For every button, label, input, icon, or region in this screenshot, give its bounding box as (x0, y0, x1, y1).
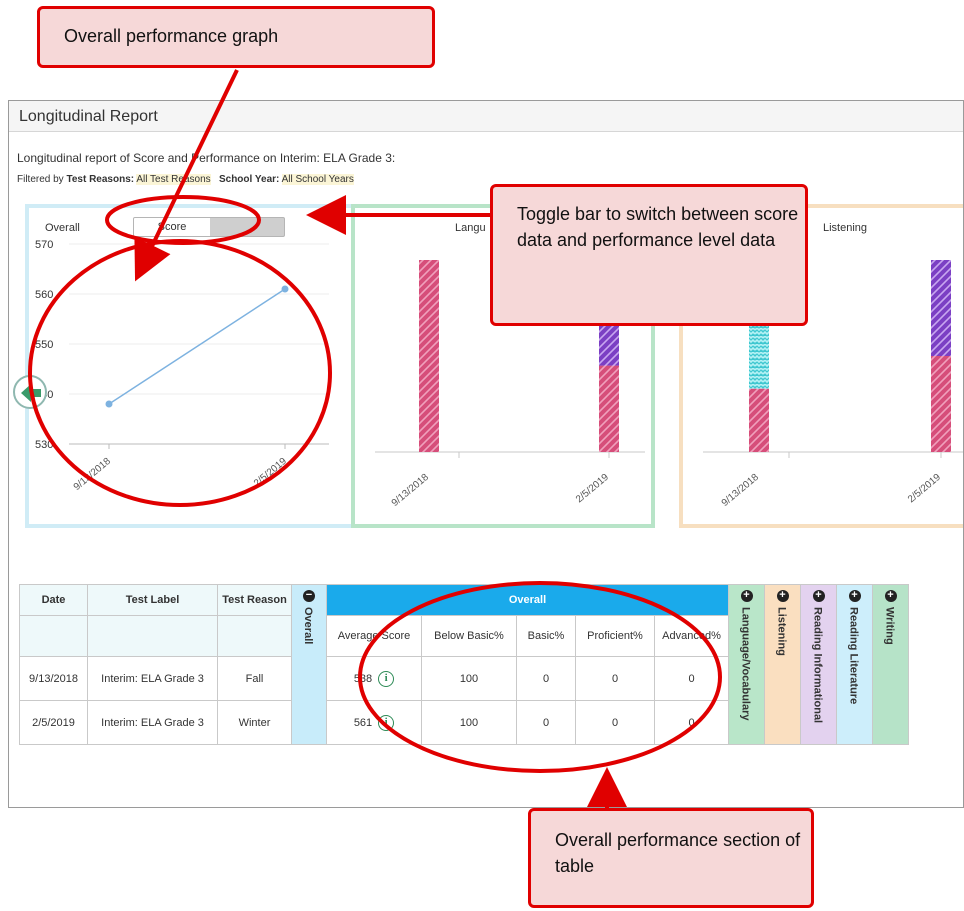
test-reason-cell: Fall (217, 656, 292, 701)
y-tick-label: 550 (35, 339, 53, 351)
overall-collapse-column[interactable]: − Overall (291, 584, 327, 745)
proficient-header: Proficient% (575, 615, 655, 657)
overall-banner-header: Overall (326, 584, 729, 616)
filter-prefix: Filtered by (17, 174, 64, 185)
bar-segment (931, 260, 951, 356)
y-tick-label: 560 (35, 289, 53, 301)
below-basic-cell: 100 (421, 700, 517, 745)
data-point (105, 400, 113, 408)
language-vocabulary-expand-column[interactable]: + Language/Vocabulary (728, 584, 765, 745)
series-line (108, 288, 286, 405)
listening-chart-title: Listening (823, 222, 868, 234)
data-point (281, 285, 289, 293)
proficient-cell: 0 (575, 700, 655, 745)
report-description: Longitudinal report of Score and Perform… (17, 151, 396, 165)
listening-label: Listening (775, 607, 788, 656)
average-score-cell: 538 i (326, 656, 422, 701)
x-tick-label: 9/13/2018 (390, 472, 431, 509)
below-basic-header: Below Basic% (421, 615, 517, 657)
report-title: Longitudinal Report (9, 101, 963, 132)
bar-segment (749, 388, 769, 452)
test-label-cell: Interim: ELA Grade 3 (87, 656, 218, 701)
plus-circle-icon[interactable]: + (884, 590, 897, 602)
graph-callout: Overall performance graph (37, 6, 435, 68)
plus-circle-icon[interactable]: + (848, 590, 861, 602)
reading-informational-expand-column[interactable]: + Reading Informational (800, 584, 837, 745)
reading-literature-expand-column[interactable]: + Reading Literature (836, 584, 873, 745)
header-spacer (19, 615, 88, 657)
writing-label: Writing (883, 607, 896, 645)
header-spacer (217, 615, 292, 657)
overall-section-label: Overall (302, 607, 314, 645)
average-score-value: 538 (353, 672, 373, 685)
x-tick-label: 2/5/2019 (252, 456, 289, 490)
header-spacer (87, 615, 218, 657)
date-cell: 9/13/2018 (19, 656, 88, 701)
plus-circle-icon[interactable]: + (812, 590, 825, 602)
longitudinal-table: Date Test Label Test Reason − Overall Ov… (19, 584, 909, 745)
score-performance-toggle[interactable]: Score (133, 217, 285, 237)
toggle-callout: Toggle bar to switch between score data … (490, 184, 808, 326)
average-score-value: 561 (353, 716, 373, 729)
overall-chart-card: 5305405505605709/13/20182/5/2019 Overall… (25, 204, 355, 528)
filter-summary: Filtered by Test Reasons: All Test Reaso… (17, 174, 354, 185)
bar-segment (599, 365, 619, 452)
listening-expand-column[interactable]: + Listening (764, 584, 801, 745)
proficient-cell: 0 (575, 656, 655, 701)
below-basic-cell: 100 (421, 656, 517, 701)
school-year-value: All School Years (281, 174, 354, 185)
plus-circle-icon[interactable]: + (776, 590, 789, 602)
average-score-header: Average Score (326, 615, 422, 657)
reading-informational-label: Reading Informational (811, 607, 824, 724)
x-tick-label: 2/5/2019 (906, 472, 943, 506)
arrow-left-icon (21, 384, 41, 402)
basic-cell: 0 (516, 700, 576, 745)
test-reason-cell: Winter (217, 700, 292, 745)
average-score-cell: 561 i (326, 700, 422, 745)
writing-expand-column[interactable]: + Writing (872, 584, 909, 745)
test-reason-header: Test Reason (217, 584, 292, 616)
overall-line-chart: 5305405505605709/13/20182/5/2019 (35, 239, 329, 493)
date-cell: 2/5/2019 (19, 700, 88, 745)
language-vocabulary-label: Language/Vocabulary (739, 607, 752, 721)
date-header: Date (19, 584, 88, 616)
previous-arrow-button[interactable] (13, 375, 47, 409)
advanced-header: Advanced% (654, 615, 729, 657)
minus-circle-icon[interactable]: − (303, 590, 315, 602)
test-label-header: Test Label (87, 584, 218, 616)
y-tick-label: 570 (35, 239, 53, 251)
x-tick-label: 2/5/2019 (574, 472, 611, 506)
test-reasons-label: Test Reasons: (66, 174, 135, 185)
longitudinal-report-panel: Longitudinal Report Longitudinal report … (8, 100, 964, 808)
bar-segment (931, 356, 951, 452)
test-reasons-value: All Test Reasons (136, 174, 211, 185)
school-year-label: School Year: (218, 174, 280, 185)
reading-literature-label: Reading Literature (847, 607, 860, 705)
x-tick-label: 9/13/2018 (720, 472, 761, 509)
basic-cell: 0 (516, 656, 576, 701)
advanced-cell: 0 (654, 700, 729, 745)
test-label-cell: Interim: ELA Grade 3 (87, 700, 218, 745)
info-icon[interactable]: i (378, 714, 395, 731)
x-tick-label: 9/13/2018 (72, 456, 113, 493)
basic-header: Basic% (516, 615, 576, 657)
info-icon[interactable]: i (378, 670, 395, 687)
y-tick-label: 530 (35, 439, 53, 451)
toggle-score-option[interactable]: Score (134, 218, 210, 236)
advanced-cell: 0 (654, 656, 729, 701)
bar-segment (419, 260, 439, 452)
language-chart-title: Langu (455, 222, 486, 234)
table-callout: Overall performance section of table (528, 808, 814, 908)
overall-chart-title: Overall (45, 222, 80, 234)
plus-circle-icon[interactable]: + (740, 590, 753, 602)
